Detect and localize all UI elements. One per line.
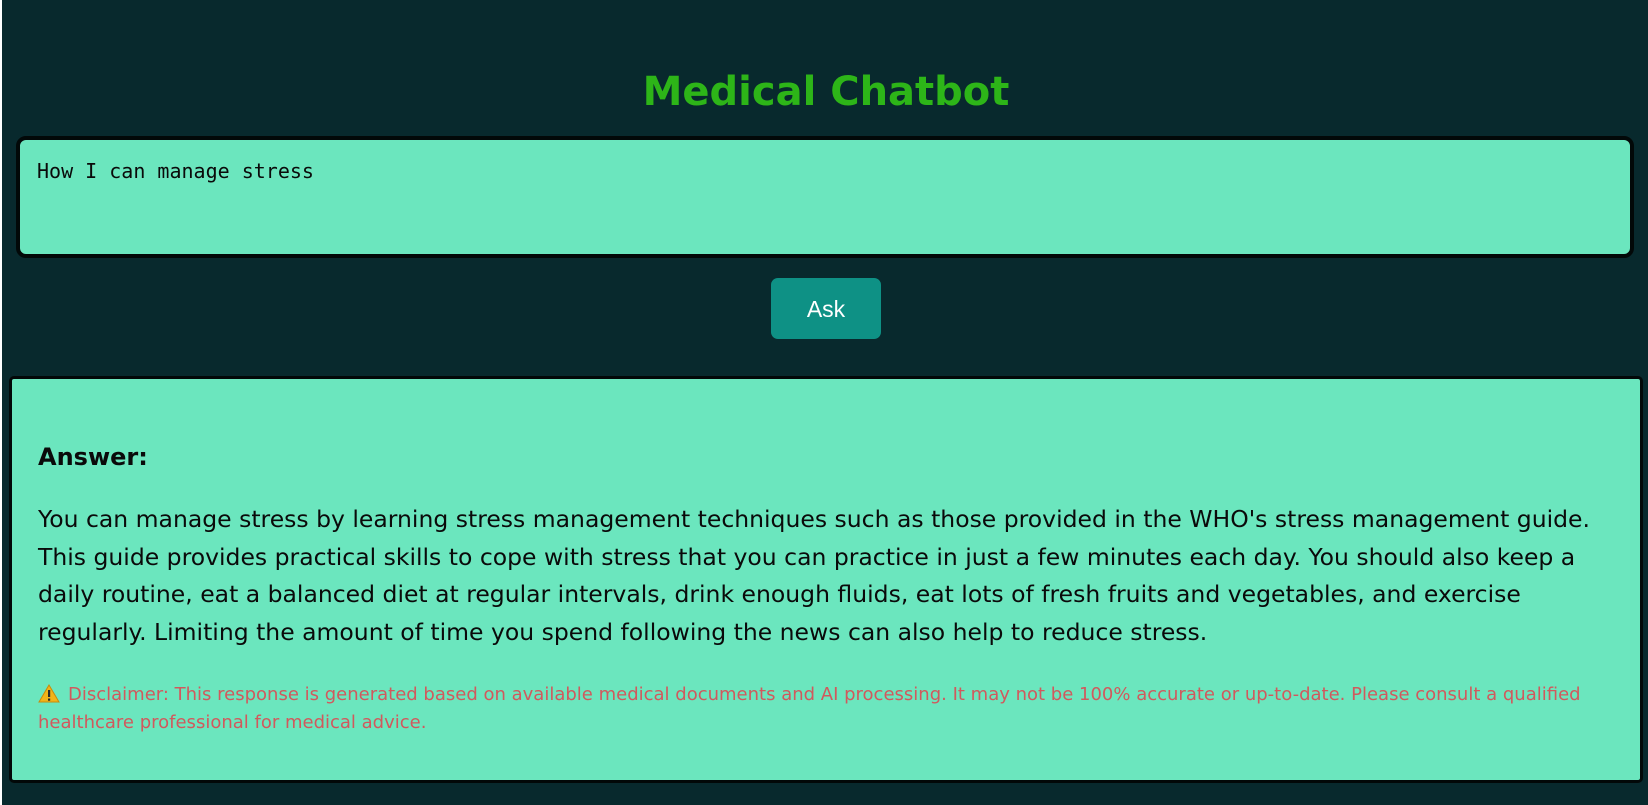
answer-text: You can manage stress by learning stress… (38, 505, 1590, 646)
window-edge (0, 0, 2, 805)
warning-icon (38, 684, 60, 703)
ask-button[interactable]: Ask (771, 278, 881, 339)
question-input[interactable]: How I can manage stress (16, 136, 1634, 258)
disclaimer-text: Disclaimer: This response is generated b… (38, 684, 1581, 733)
answer-panel: Answer: You can manage stress by learnin… (9, 376, 1643, 783)
disclaimer: Disclaimer: This response is generated b… (38, 681, 1632, 737)
page-title: Medical Chatbot (642, 69, 1010, 115)
answer-heading: Answer: (38, 443, 148, 471)
